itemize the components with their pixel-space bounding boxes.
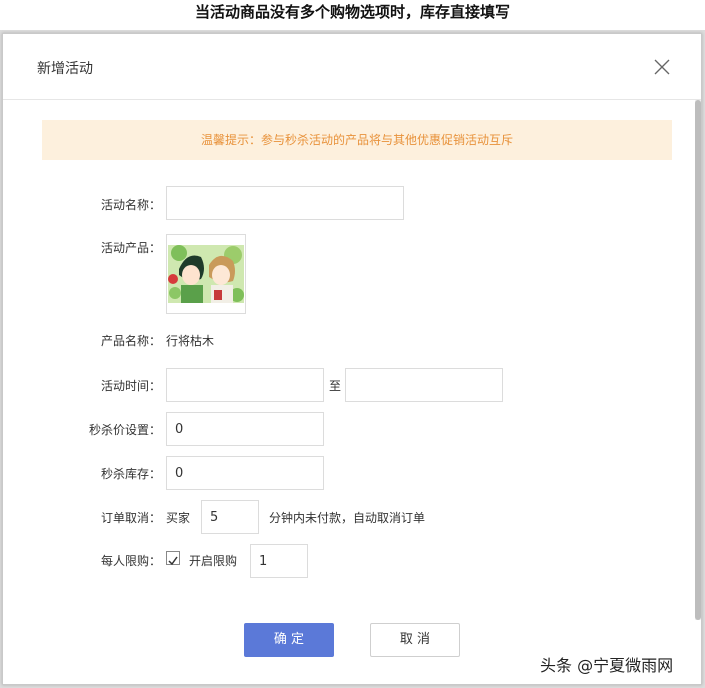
- purchase-limit-label: 每人限购：: [100, 554, 161, 568]
- flash-price-input[interactable]: [166, 412, 324, 446]
- limit-quantity-input[interactable]: [250, 544, 308, 578]
- flash-stock-input[interactable]: [166, 456, 324, 490]
- dialog-title: 新增活动: [37, 61, 93, 77]
- watermark-text: 头条 @宁夏微雨网: [540, 652, 674, 676]
- flash-stock-label: 秒杀库存：: [100, 467, 161, 481]
- time-separator: 至: [329, 379, 342, 393]
- dialog-scrollbar[interactable]: [695, 100, 701, 620]
- activity-product-label: 活动产品：: [100, 241, 161, 255]
- confirm-button[interactable]: 确 定: [244, 623, 334, 657]
- dialog-header: 新增活动: [3, 34, 701, 100]
- product-name-label: 产品名称：: [100, 334, 161, 348]
- flash-price-label: 秒杀价设置：: [88, 423, 161, 437]
- close-icon[interactable]: [651, 56, 673, 78]
- cancel-button[interactable]: 取 消: [370, 623, 460, 657]
- activity-name-input[interactable]: [166, 186, 404, 220]
- start-time-input[interactable]: [166, 368, 324, 402]
- end-time-input[interactable]: [345, 368, 503, 402]
- scrollbar-thumb[interactable]: [695, 100, 701, 620]
- page-caption: 当活动商品没有多个购物选项时，库存直接填写: [0, 0, 705, 30]
- new-activity-dialog: 新增活动 温馨提示：参与秒杀活动的产品将与其他优惠促销活动互斥 活动名称： 活动…: [2, 33, 702, 685]
- product-image: [167, 235, 245, 313]
- checkmark-icon: [168, 556, 178, 566]
- warning-notice: 温馨提示：参与秒杀活动的产品将与其他优惠促销活动互斥: [42, 120, 672, 160]
- limit-checkbox[interactable]: [166, 551, 180, 566]
- order-cancel-prefix: 买家: [166, 511, 191, 525]
- activity-name-label: 活动名称：: [100, 198, 161, 212]
- product-name-value: 行将枯木: [166, 334, 215, 348]
- order-cancel-suffix: 分钟内未付款，自动取消订单: [269, 511, 426, 525]
- activity-time-label: 活动时间：: [100, 379, 161, 393]
- product-thumbnail[interactable]: [166, 234, 246, 314]
- order-cancel-label: 订单取消：: [100, 511, 161, 525]
- cancel-minutes-input[interactable]: [201, 500, 259, 534]
- limit-checkbox-label: 开启限购: [189, 554, 238, 568]
